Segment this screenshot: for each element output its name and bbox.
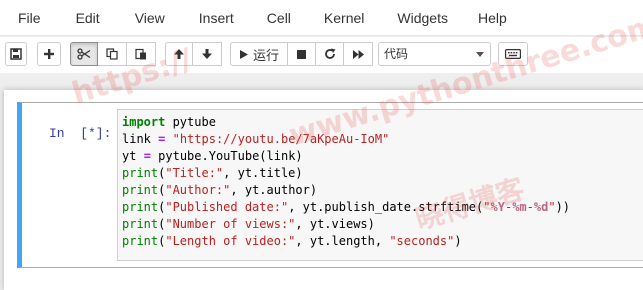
stop-icon: [296, 49, 307, 60]
code-token: print: [122, 166, 159, 180]
menu-insert[interactable]: Insert: [199, 0, 234, 36]
move-up-button[interactable]: [165, 42, 193, 66]
code-token: "Length of video:": [165, 234, 296, 248]
code-line: print("Title:", yt.title): [122, 165, 570, 182]
code-line: print("Author:", yt.author): [122, 182, 570, 199]
code-token: -: [526, 200, 534, 214]
code-token: "Author:": [165, 183, 231, 197]
code-token: , yt.author): [230, 183, 318, 197]
notebook-container: In [*]: import pytube link = "https://you…: [0, 73, 643, 290]
code-token: "https://youtu.be/7aKpeAu-IoM": [172, 132, 390, 146]
insert-cell-button[interactable]: [37, 42, 61, 66]
interrupt-kernel-button[interactable]: [288, 42, 316, 66]
code-token: =: [143, 149, 151, 163]
notebook-page: In [*]: import pytube link = "https://you…: [4, 90, 643, 290]
keyboard-icon: [505, 49, 521, 59]
code-token: , yt.length,: [295, 234, 390, 248]
menu-view[interactable]: View: [135, 0, 165, 36]
code-token: , yt.views): [295, 217, 375, 231]
code-token: pytube: [165, 115, 216, 129]
code-line: yt = pytube.YouTube(link): [122, 148, 570, 165]
code-token: , yt.publish_date.strftime(: [288, 200, 484, 214]
copy-button[interactable]: [98, 42, 127, 66]
code-token: %m: [512, 200, 527, 214]
code-line: print("Number of views:", yt.views): [122, 216, 570, 233]
code-token: )): [555, 200, 571, 214]
run-all-button[interactable]: [344, 42, 373, 66]
play-icon: [239, 49, 249, 60]
code-token: import: [122, 115, 166, 129]
arrow-down-icon: [201, 48, 213, 60]
cell-type-value: 代码: [384, 47, 409, 61]
chevron-down-icon: [476, 52, 484, 57]
save-button[interactable]: [5, 42, 27, 66]
code-token: ": [483, 200, 491, 214]
code-token: %d: [533, 200, 549, 214]
code-line: link = "https://youtu.be/7aKpeAu-IoM": [122, 131, 570, 148]
code-token: print: [122, 183, 159, 197]
code-token: ": [548, 200, 556, 214]
code-token: print: [122, 217, 159, 231]
fast-forward-icon: [352, 49, 365, 60]
menu-help[interactable]: Help: [478, 0, 507, 36]
cut-button[interactable]: [70, 42, 98, 66]
code-token: "Number of views:": [165, 217, 296, 231]
code-token: "Published date:": [165, 200, 289, 214]
run-button[interactable]: 运行: [230, 42, 288, 66]
plus-icon: [43, 48, 55, 60]
code-token: print: [122, 200, 159, 214]
code-cell[interactable]: In [*]: import pytube link = "https://you…: [17, 102, 643, 268]
code-token: print: [122, 234, 159, 248]
restart-icon: [324, 48, 336, 60]
code-token: yt: [122, 149, 144, 163]
code-token: , yt.title): [223, 166, 303, 180]
menu-bar: File Edit View Insert Cell Kernel Widget…: [0, 0, 643, 36]
restart-kernel-button[interactable]: [316, 42, 344, 66]
save-icon: [10, 48, 22, 60]
menu-cell[interactable]: Cell: [267, 0, 291, 36]
toolbar: 运行 代码: [0, 37, 643, 73]
paste-icon: [135, 48, 147, 60]
code-token: pytube.YouTube(link): [150, 149, 303, 163]
code-token: "Title:": [165, 166, 224, 180]
code-token: "seconds": [389, 234, 455, 248]
run-label: 运行: [252, 47, 279, 63]
code-line: print("Published date:", yt.publish_date…: [122, 199, 570, 216]
paste-button[interactable]: [127, 42, 156, 66]
code-token: ): [454, 234, 462, 248]
command-palette-button[interactable]: [498, 42, 528, 66]
menu-widgets[interactable]: Widgets: [397, 0, 448, 36]
move-down-button[interactable]: [193, 42, 222, 66]
copy-icon: [106, 48, 118, 60]
menu-file[interactable]: File: [18, 0, 41, 36]
arrow-up-icon: [173, 48, 185, 60]
code-token: link: [122, 132, 159, 146]
code-line: import pytube: [122, 114, 570, 131]
menu-edit[interactable]: Edit: [76, 0, 100, 36]
cell-type-dropdown[interactable]: 代码: [378, 42, 491, 66]
menu-kernel[interactable]: Kernel: [324, 0, 364, 36]
scissors-icon: [77, 48, 91, 60]
code-token: %Y: [490, 200, 505, 214]
code-lines: import pytube link = "https://youtu.be/7a…: [122, 114, 570, 250]
code-editor[interactable]: import pytube link = "https://youtu.be/7a…: [117, 109, 643, 261]
code-line: print("Length of video:", yt.length, "se…: [122, 233, 570, 250]
